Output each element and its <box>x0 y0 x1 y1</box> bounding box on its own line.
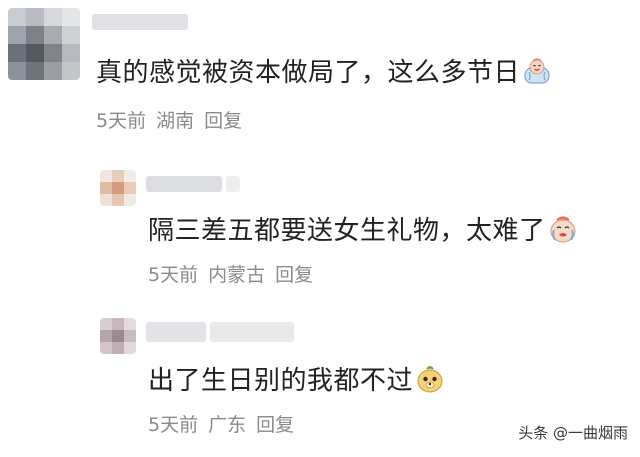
avatar[interactable] <box>100 318 136 354</box>
watermark: 头条 @一曲烟雨 <box>518 424 628 442</box>
comment-reply: 隔三差五都要送女生礼物，太难了 5天前 内蒙古 回复 <box>0 150 640 300</box>
avatar[interactable] <box>100 170 136 206</box>
location: 内蒙古 <box>208 264 266 286</box>
crying-face-emoji <box>548 214 578 251</box>
timestamp: 5天前 <box>96 110 147 132</box>
timestamp: 5天前 <box>148 264 199 286</box>
comment-meta: 5天前 广东 回复 <box>148 410 294 437</box>
location: 湖南 <box>156 110 195 132</box>
reply-button[interactable]: 回复 <box>275 260 313 287</box>
smug-face-emoji <box>415 364 445 401</box>
username-blurred[interactable] <box>146 322 294 342</box>
username-blurred[interactable] <box>146 176 240 192</box>
comment-text: 真的感觉被资本做局了，这么多节日 <box>96 52 552 93</box>
location: 广东 <box>208 414 247 436</box>
reply-button[interactable]: 回复 <box>256 410 294 437</box>
reply-button[interactable]: 回复 <box>204 106 242 133</box>
timestamp: 5天前 <box>148 414 199 436</box>
comment-top: 真的感觉被资本做局了，这么多节日 5天前 湖南 回复 <box>0 0 640 150</box>
crying-laugh-emoji <box>522 56 552 93</box>
avatar[interactable] <box>8 8 80 80</box>
comment-meta: 5天前 湖南 回复 <box>96 106 242 133</box>
username-blurred[interactable] <box>92 14 192 30</box>
comment-meta: 5天前 内蒙古 回复 <box>148 260 313 287</box>
comment-text: 出了生日别的我都不过 <box>148 360 445 401</box>
comment-text: 隔三差五都要送女生礼物，太难了 <box>148 210 578 251</box>
